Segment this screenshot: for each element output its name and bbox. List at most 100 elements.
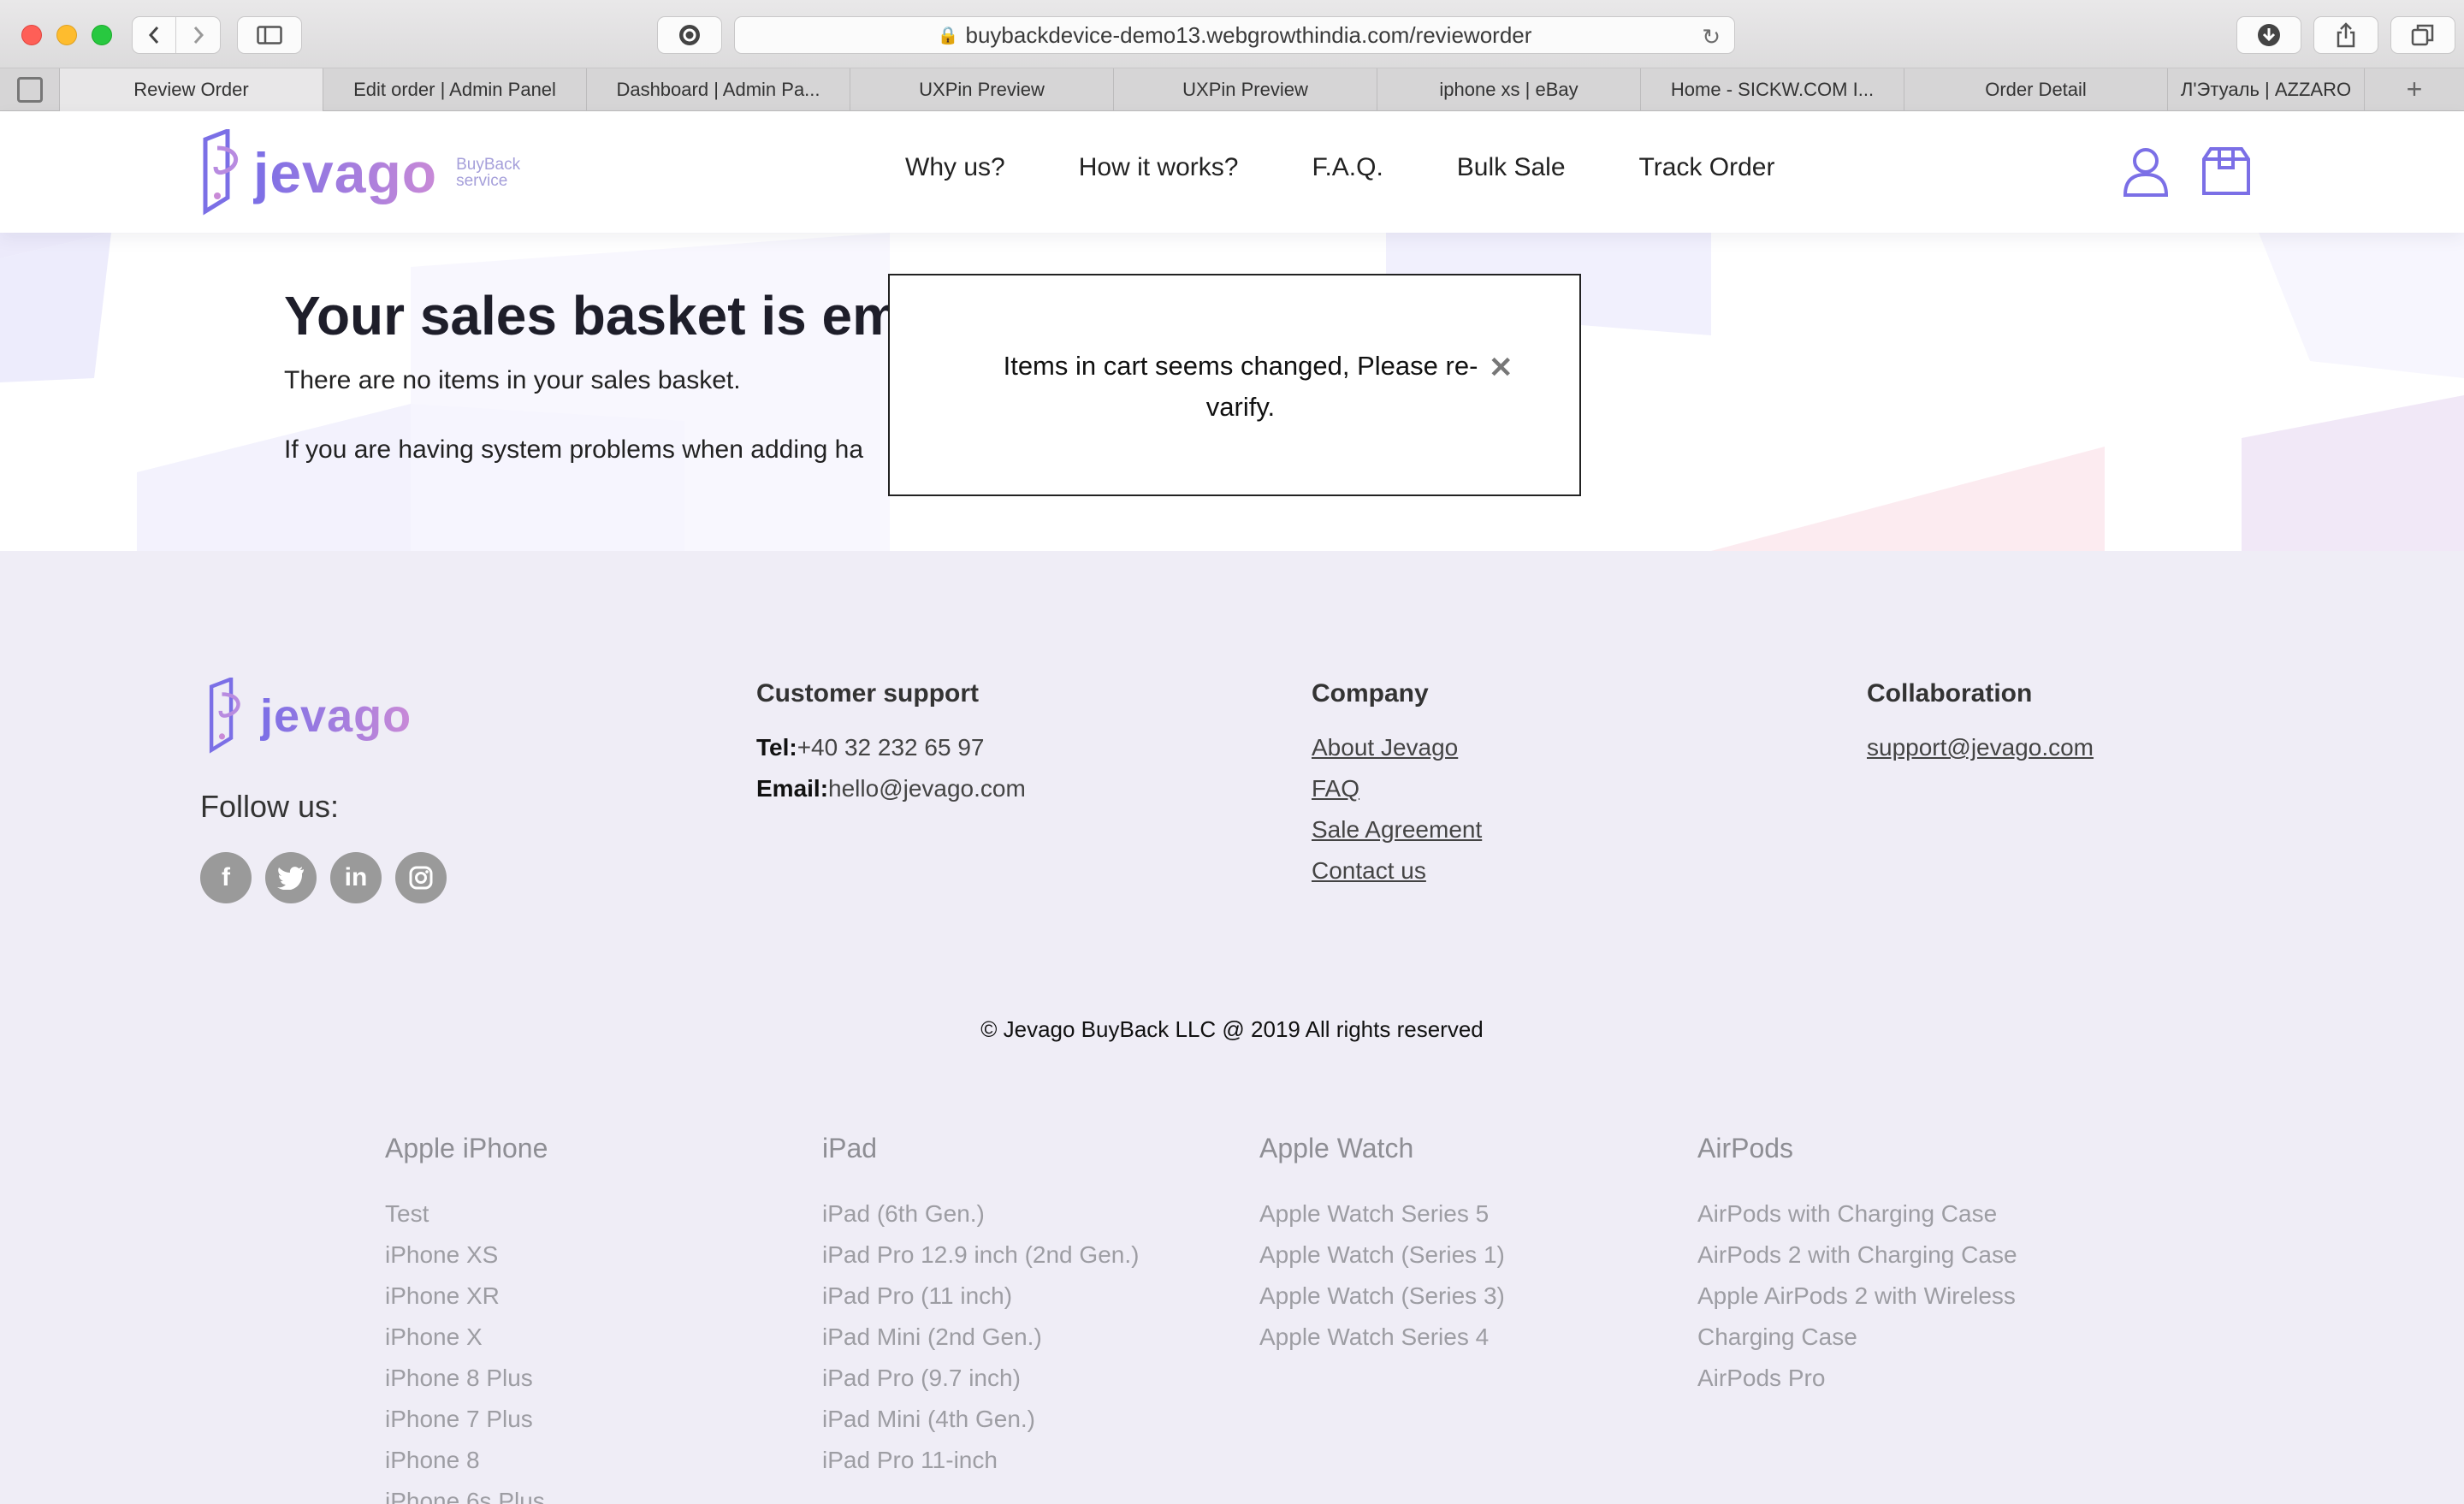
device-link[interactable]: AirPods 2 with Charging Case	[1697, 1235, 2017, 1276]
new-tab-button[interactable]: +	[2365, 68, 2464, 110]
device-link[interactable]: Apple Watch Series 5	[1259, 1193, 1505, 1235]
phone-value[interactable]: +40 32 232 65 97	[797, 734, 985, 761]
url-text: buybackdevice-demo13.webgrowthindia.com/…	[965, 21, 1532, 48]
logo-tagline: BuyBack service	[456, 157, 520, 189]
support-email: Email:hello@jevago.com	[756, 768, 1026, 809]
history-nav	[132, 16, 221, 54]
device-link[interactable]: iPad Pro 11-inch	[822, 1440, 1139, 1481]
sidebar-toggle-button[interactable]	[237, 16, 302, 54]
copyright: © Jevago BuyBack LLC @ 2019 All rights r…	[980, 1016, 1484, 1042]
help-message-text: If you are having system problems when a…	[284, 435, 864, 464]
contact-link[interactable]: Contact us	[1312, 857, 1426, 884]
chevron-left-icon	[148, 27, 159, 44]
basket-box-icon[interactable]	[2199, 144, 2254, 198]
instagram-icon[interactable]	[395, 852, 447, 903]
tab-edit-order[interactable]: Edit order | Admin Panel	[323, 68, 587, 111]
jevago-logo-icon	[203, 129, 239, 216]
device-column-title: AirPods	[1697, 1133, 1794, 1164]
share-button[interactable]	[2313, 16, 2378, 54]
nav-track-order[interactable]: Track Order	[1639, 153, 1775, 182]
extension-button[interactable]	[657, 16, 722, 54]
tab-overview-button[interactable]	[2390, 16, 2455, 54]
company-column: Company About Jevago FAQ Sale Agreement …	[1312, 679, 1482, 891]
main-nav: Why us? How it works? F.A.Q. Bulk Sale T…	[905, 153, 1848, 182]
tab-sidebar-toggle[interactable]	[0, 68, 60, 111]
tab-dashboard[interactable]: Dashboard | Admin Pa...	[587, 68, 850, 111]
twitter-icon[interactable]	[265, 852, 317, 903]
footer-logo-wordmark: jevago	[260, 690, 412, 742]
window-minimize-button[interactable]	[56, 25, 77, 45]
site-footer: jevago Follow us: f in Customer support …	[0, 551, 2464, 1504]
share-icon	[2337, 22, 2355, 48]
about-link[interactable]: About Jevago	[1312, 734, 1458, 761]
device-link[interactable]: iPhone 6s Plus	[385, 1481, 548, 1504]
device-link[interactable]: iPad Mini (2nd Gen.)	[822, 1317, 1139, 1358]
device-link[interactable]: Apple Watch (Series 1)	[1259, 1235, 1505, 1276]
device-link[interactable]: Test	[385, 1193, 548, 1235]
collaboration-email-link[interactable]: support@jevago.com	[1867, 734, 2094, 761]
forward-button[interactable]	[176, 17, 220, 53]
tab-uxpin-2[interactable]: UXPin Preview	[1114, 68, 1377, 111]
facebook-icon[interactable]: f	[200, 852, 252, 903]
nav-faq[interactable]: F.A.Q.	[1312, 153, 1383, 182]
device-link[interactable]: iPad Pro (9.7 inch)	[822, 1358, 1139, 1399]
device-link[interactable]: Apple AirPods 2 with Wireless	[1697, 1276, 2017, 1317]
support-phone: Tel:+40 32 232 65 97	[756, 727, 1026, 768]
site-header: jevago BuyBack service Why us? How it wo…	[0, 112, 2464, 233]
nav-why-us[interactable]: Why us?	[905, 153, 1005, 182]
device-link[interactable]: Apple Watch (Series 3)	[1259, 1276, 1505, 1317]
nav-how-it-works[interactable]: How it works?	[1079, 153, 1239, 182]
dialog-message: Items in cart seems changed, Please re-v…	[1003, 351, 1478, 422]
nav-bulk-sale[interactable]: Bulk Sale	[1457, 153, 1566, 182]
device-column-iphone: Apple iPhone Test iPhone XS iPhone XR iP…	[385, 1133, 548, 1504]
back-button[interactable]	[133, 17, 177, 53]
device-link[interactable]: iPhone 8	[385, 1440, 548, 1481]
browser-titlebar: 🔒 buybackdevice-demo13.webgrowthindia.co…	[0, 0, 2464, 68]
device-link[interactable]: Apple Watch Series 4	[1259, 1317, 1505, 1358]
tab-ebay[interactable]: iphone xs | eBay	[1377, 68, 1641, 111]
tab-uxpin-1[interactable]: UXPin Preview	[850, 68, 1114, 111]
device-link[interactable]: iPad Mini (4th Gen.)	[822, 1399, 1139, 1440]
address-bar[interactable]: 🔒 buybackdevice-demo13.webgrowthindia.co…	[734, 16, 1735, 54]
reload-icon[interactable]: ↻	[1702, 24, 1721, 50]
collaboration-column: Collaboration support@jevago.com	[1867, 679, 2094, 768]
tab-order-detail[interactable]: Order Detail	[1904, 68, 2168, 111]
linkedin-icon[interactable]: in	[330, 852, 382, 903]
lock-icon: 🔒	[937, 26, 959, 45]
device-link[interactable]: iPad Pro (11 inch)	[822, 1276, 1139, 1317]
device-link[interactable]: AirPods Pro	[1697, 1358, 2017, 1399]
tab-review-order[interactable]: Review Order	[60, 68, 323, 111]
empty-basket-message: There are no items in your sales basket.	[284, 366, 741, 394]
faq-link[interactable]: FAQ	[1312, 775, 1359, 802]
device-link[interactable]: iPhone X	[385, 1317, 548, 1358]
device-link[interactable]: iPad Pro 12.9 inch (2nd Gen.)	[822, 1235, 1139, 1276]
cart-changed-dialog: Items in cart seems changed, Please re-v…	[888, 274, 1581, 496]
email-value[interactable]: hello@jevago.com	[828, 775, 1026, 802]
window-close-button[interactable]	[21, 25, 42, 45]
device-link[interactable]: iPhone 8 Plus	[385, 1358, 548, 1399]
phone-label: Tel:	[756, 734, 797, 761]
square-icon	[16, 77, 43, 103]
device-column-ipad: iPad iPad (6th Gen.) iPad Pro 12.9 inch …	[822, 1133, 1139, 1481]
tabs-icon	[2411, 24, 2434, 46]
follow-us-label: Follow us:	[200, 789, 340, 824]
user-account-icon[interactable]	[2118, 144, 2173, 198]
device-link[interactable]: iPad (6th Gen.)	[822, 1193, 1139, 1235]
device-link[interactable]: iPhone XS	[385, 1235, 548, 1276]
device-link[interactable]: iPhone 7 Plus	[385, 1399, 548, 1440]
device-link[interactable]: Charging Case	[1697, 1317, 2017, 1358]
tab-azzaro[interactable]: Л'Этуаль | AZZARO	[2168, 68, 2365, 111]
download-icon	[2258, 24, 2280, 46]
sale-agreement-link[interactable]: Sale Agreement	[1312, 816, 1482, 843]
device-link[interactable]: AirPods with Charging Case	[1697, 1193, 2017, 1235]
email-label: Email:	[756, 775, 829, 802]
device-link[interactable]: iPhone XR	[385, 1276, 548, 1317]
company-title: Company	[1312, 679, 1429, 708]
close-icon[interactable]: ✕	[1489, 351, 1513, 385]
downloads-button[interactable]	[2236, 16, 2301, 54]
window-maximize-button[interactable]	[92, 25, 112, 45]
footer-logo[interactable]: jevago	[198, 678, 412, 755]
customer-support-title: Customer support	[756, 679, 980, 708]
tab-sickw[interactable]: Home - SICKW.COM I...	[1641, 68, 1904, 111]
site-logo[interactable]: jevago BuyBack service	[198, 129, 520, 216]
